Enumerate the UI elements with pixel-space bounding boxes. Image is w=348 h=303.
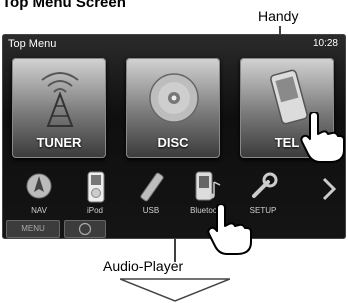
source-ipod-label: iPod [86, 206, 103, 215]
tile-disc[interactable]: DISC [126, 58, 220, 158]
tuner-antenna-icon [41, 72, 79, 127]
source-usb[interactable]: USB [124, 170, 178, 222]
setup-icon [252, 172, 278, 198]
tile-tuner-label: TUNER [36, 135, 82, 150]
ipod-icon [87, 171, 105, 203]
memo-button[interactable]: MENU [6, 220, 60, 238]
disc-icon [149, 73, 199, 123]
source-ipod[interactable]: iPod [68, 170, 122, 222]
tile-tuner[interactable]: TUNER [12, 58, 106, 158]
callout-audio-player: Audio-Player [103, 258, 184, 274]
nav-icon [26, 173, 52, 199]
home-circle-icon [78, 222, 92, 236]
memo-button-label: MENU [21, 224, 45, 233]
source-usb-label: USB [142, 206, 160, 215]
hand-pointer-icon [300, 112, 345, 163]
down-arrow-icon [120, 278, 230, 302]
screen-title: Top Menu [8, 38, 57, 50]
chevron-right-icon[interactable] [320, 176, 338, 202]
home-button[interactable] [64, 220, 106, 238]
hand-pointer-icon-2 [207, 204, 252, 255]
usb-icon [140, 172, 164, 202]
head-unit-screen: Top Menu 10:28 TUNER DISC TEL NAV iPod U… [2, 34, 346, 239]
source-nav[interactable]: NAV [12, 170, 66, 222]
tile-disc-label: DISC [157, 135, 189, 150]
bluetooth-audio-icon [195, 171, 221, 201]
clock: 10:28 [312, 38, 338, 49]
source-nav-label: NAV [31, 206, 47, 215]
screen-top-bar: Top Menu 10:28 [2, 34, 346, 52]
